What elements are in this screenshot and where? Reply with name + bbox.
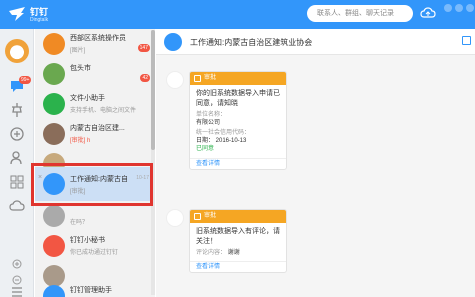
field-label: 单位名称： [196, 112, 227, 118]
apps-grid-icon[interactable] [9, 174, 25, 190]
chat-avatar [164, 33, 182, 51]
field-label: 统一社会信用代码： [196, 130, 251, 136]
chat-settings-icon[interactable] [462, 36, 471, 45]
close-conversation-icon[interactable]: × [38, 174, 42, 181]
unread-badge: 42 [140, 74, 150, 82]
workspace-icon[interactable] [9, 126, 25, 142]
menu-icon[interactable] [9, 284, 25, 297]
close-button[interactable] [466, 4, 474, 12]
conversation-preview: [图片] [70, 48, 86, 54]
minimize-button[interactable] [444, 4, 452, 12]
avatar [43, 93, 65, 115]
search-input[interactable]: 联系人、群组、聊天记录 [307, 5, 413, 22]
field-label: 评论内容： [196, 250, 227, 256]
my-avatar[interactable] [5, 39, 29, 63]
field-value: 日期： 2016-10-13 [196, 138, 247, 144]
avatar [43, 205, 65, 227]
avatar [43, 123, 65, 145]
approval-status: 已同意 [196, 146, 215, 152]
message-badge: 99+ [19, 76, 32, 84]
card-type: 审批 [204, 213, 217, 219]
app-name-en: Dingtalk [30, 17, 49, 23]
conversation-name: 包头市 [70, 65, 91, 72]
drive-icon[interactable] [9, 198, 25, 214]
conversation-preview: 支持手机、电脑之间文件 [70, 108, 137, 114]
contacts-icon[interactable] [9, 150, 25, 166]
conversation-item[interactable]: 内蒙古自治区建... [审批] h [35, 119, 155, 149]
avatar [43, 33, 65, 55]
approval-icon [194, 213, 201, 220]
conversation-name: 内蒙古自治区建... [70, 125, 125, 132]
approval-card[interactable]: 审批 旧系统数据导入有评论，请关注！ 评论内容： 谢谢 查看详情 [189, 209, 287, 273]
ding-icon[interactable] [9, 102, 25, 118]
field-value: 有限公司 [196, 120, 221, 126]
avatar [43, 285, 65, 297]
conversation-item[interactable]: 文件小助手 支持手机、电脑之间文件 [35, 89, 155, 119]
chat-panel: 工作通知:内蒙古自治区建筑业协会 审批 你的旧系统数据导入申请已同意，请知晓 单… [156, 29, 475, 297]
sender-avatar [166, 71, 184, 89]
conversation-item[interactable]: 西部区系统操作员 [图片] 147 [35, 29, 155, 59]
selection-highlight-box [31, 163, 153, 206]
maximize-button[interactable] [455, 4, 463, 12]
card-title: 你的旧系统数据导入申请已同意，请知晓 [196, 90, 280, 107]
approval-card[interactable]: 审批 你的旧系统数据导入申请已同意，请知晓 单位名称： 有限公司 统一社会信用代… [189, 71, 287, 170]
zoom-in-icon[interactable] [12, 259, 22, 269]
conversation-name: 文件小助手 [70, 95, 105, 102]
avatar [43, 235, 65, 257]
dingtalk-logo-icon [9, 7, 25, 21]
conversation-name: 钉钉管理助手 [70, 287, 112, 294]
cloud-icon[interactable] [420, 6, 436, 21]
card-type: 审批 [204, 75, 217, 81]
unread-badge: 147 [137, 44, 150, 52]
card-title: 旧系统数据导入有评论，请关注！ [196, 228, 280, 245]
conversation-item[interactable]: 包头市 42 [35, 59, 155, 89]
view-details-link[interactable]: 查看详情 [190, 261, 286, 272]
field-value: 谢谢 [227, 250, 240, 256]
chat-header: 工作通知:内蒙古自治区建筑业协会 [156, 29, 475, 55]
conversation-name: 钉钉小秘书 [70, 237, 105, 244]
left-nav: 99+ [0, 29, 34, 297]
conversation-name: 西部区系统操作员 [70, 35, 126, 42]
conversation-item[interactable]: 钉钉管理助手 [35, 281, 155, 297]
conversation-item[interactable]: 钉钉小秘书 你已成功通过钉钉 [35, 231, 155, 261]
view-details-link[interactable]: 查看详情 [190, 158, 286, 169]
conversation-preview: [审批] h [70, 138, 91, 144]
top-bar: 钉钉 Dingtalk 联系人、群组、聊天记录 [0, 0, 475, 29]
conversation-preview: 在吗？ [70, 220, 89, 226]
sender-avatar [166, 209, 184, 227]
chat-title: 工作通知:内蒙古自治区建筑业协会 [190, 38, 313, 47]
list-scrollbar-thumb[interactable] [151, 30, 155, 150]
conversation-preview: 你已成功通过钉钉 [70, 250, 119, 256]
avatar [43, 63, 65, 85]
approval-icon [194, 75, 201, 82]
